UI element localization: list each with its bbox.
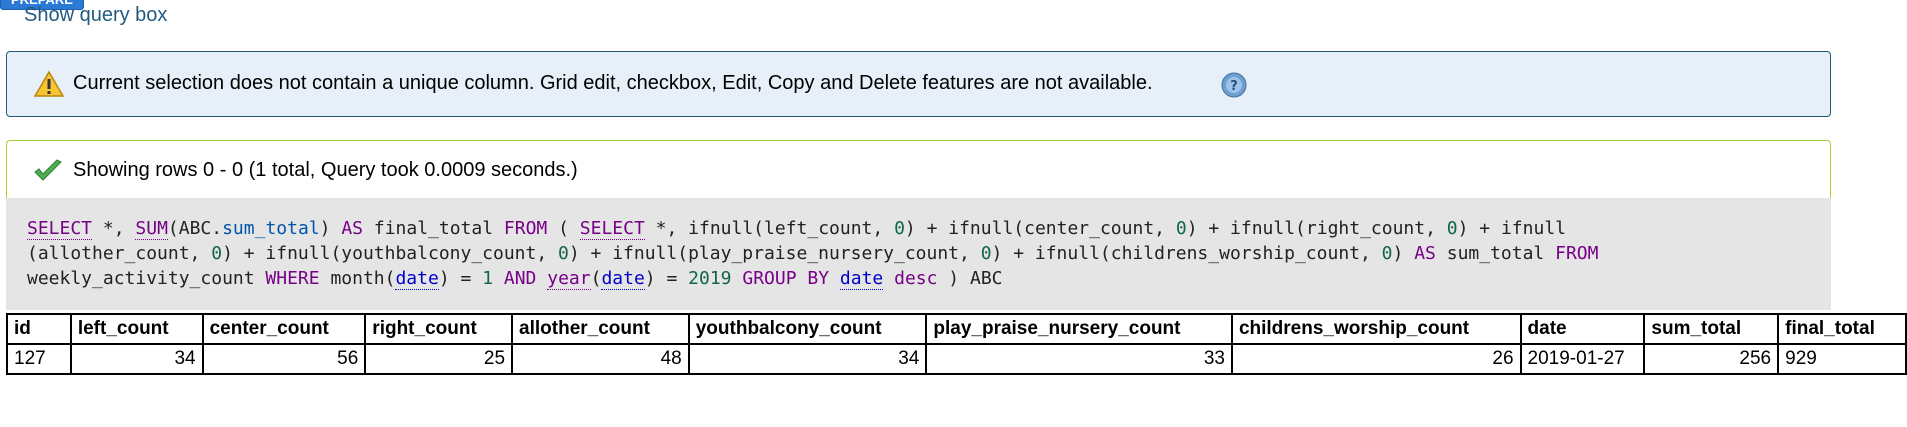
table-row: 127 34 56 25 48 34 33 26 2019-01-27 256 … (6, 343, 1907, 375)
help-icon[interactable]: ? (1221, 72, 1247, 98)
column-header-center-count[interactable]: center_count (201, 313, 367, 345)
sql-token: month( (319, 268, 396, 289)
sql-token: ) + ifnull(childrens_worship_count, (991, 243, 1382, 264)
sql-token: 0 (894, 218, 905, 239)
sql-token[interactable]: SUM (135, 218, 168, 240)
sql-token: ) ABC (937, 268, 1003, 289)
sql-token: 0 (558, 243, 569, 264)
column-header-youthbalcony-count[interactable]: youthbalcony_count (687, 313, 928, 345)
sql-token: *, (92, 218, 136, 239)
unique-column-notice: Current selection does not contain a uni… (6, 51, 1831, 117)
cell-final-total: 929 (1777, 343, 1907, 375)
success-message-text: Showing rows 0 - 0 (1 total, Query took … (73, 159, 578, 181)
sql-token: ) (319, 218, 342, 239)
sql-token: 0 (211, 243, 223, 264)
sql-token: 2019 (688, 268, 732, 289)
cell-play-praise-nursery-count: 33 (925, 343, 1233, 375)
sql-token: ) = (644, 268, 689, 289)
sql-token: FROM (503, 218, 548, 239)
table-header-row: id left_count center_count right_count a… (6, 313, 1907, 345)
sql-token: (allother_count, (27, 243, 212, 264)
sql-token: ) + ifnull(center_count, (904, 218, 1176, 239)
cell-allother-count: 48 (511, 343, 690, 375)
sql-token: desc (894, 268, 938, 289)
cell-center-count: 56 (201, 343, 367, 375)
sql-token: ) = (438, 268, 483, 289)
sql-token: WHERE (265, 268, 320, 289)
column-header-right-count[interactable]: right_count (364, 313, 514, 345)
sql-token: ) + ifnull(right_count, (1186, 218, 1447, 239)
sql-token: AS (341, 218, 364, 239)
show-query-box-link[interactable]: Show query box (24, 4, 167, 27)
sql-token: AND (503, 268, 537, 289)
sql-token: 0 (1446, 218, 1458, 239)
sql-token: 0 (1381, 243, 1393, 264)
column-header-allother-count[interactable]: allother_count (511, 313, 690, 345)
cell-sum-total: 256 (1643, 343, 1780, 375)
warning-icon (33, 70, 65, 97)
sql-token[interactable]: date (839, 268, 884, 290)
cell-id: 127 (6, 343, 72, 375)
sql-query-display: SELECT *, SUM(ABC.sum_total) AS final_to… (6, 198, 1831, 310)
sql-token: ) + ifnull(play_praise_nursery_count, (568, 243, 981, 264)
column-header-sum-total[interactable]: sum_total (1643, 313, 1780, 345)
column-header-id[interactable]: id (6, 313, 72, 345)
sql-token: weekly_activity_count (27, 268, 266, 289)
sql-token: ) + ifnull(youthbalcony_count, (222, 243, 559, 264)
sql-token: final_total (363, 218, 504, 239)
sql-token: GROUP BY (742, 268, 830, 289)
cell-right-count: 25 (364, 343, 514, 375)
column-header-left-count[interactable]: left_count (69, 313, 204, 345)
sql-token: sum_total (1435, 243, 1556, 264)
cell-date: 2019-01-27 (1519, 343, 1646, 375)
results-table: id left_count center_count right_count a… (6, 313, 1907, 375)
sql-line-3: weekly_activity_count WHERE month(date) … (27, 266, 1831, 291)
sql-token: sum_total (222, 218, 320, 239)
column-header-childrens-worship-count[interactable]: childrens_worship_count (1230, 313, 1522, 345)
sql-token: 0 (1175, 218, 1187, 239)
check-icon (34, 159, 62, 181)
notice-message: Current selection does not contain a uni… (73, 72, 1153, 94)
sql-line-2: (allother_count, 0) + ifnull(youthbalcon… (27, 241, 1831, 266)
sql-token: AS (1414, 243, 1436, 264)
sql-token: *, ifnull(left_count, (644, 218, 895, 239)
cell-left-count: 34 (69, 343, 204, 375)
column-header-date[interactable]: date (1519, 313, 1646, 345)
column-header-play-praise-nursery-count[interactable]: play_praise_nursery_count (925, 313, 1233, 345)
sql-token[interactable]: year (547, 268, 591, 290)
sql-token: 0 (980, 243, 992, 264)
sql-token: ) + ifnull (1457, 218, 1566, 239)
query-success-message: Showing rows 0 - 0 (1 total, Query took … (6, 140, 1831, 198)
sql-token: ) (1392, 243, 1415, 264)
sql-token[interactable]: SELECT (27, 218, 93, 240)
column-header-final-total[interactable]: final_total (1777, 313, 1907, 345)
sql-token: FROM (1555, 243, 1599, 264)
sql-line-1: SELECT *, SUM(ABC.sum_total) AS final_to… (27, 216, 1831, 241)
sql-token: (ABC. (167, 218, 223, 239)
sql-token: ( (590, 268, 602, 289)
sql-token[interactable]: date (395, 268, 439, 290)
sql-token: 1 (482, 268, 494, 289)
sql-token: ( (547, 218, 580, 239)
svg-text:?: ? (1230, 79, 1238, 94)
cell-childrens-worship-count: 26 (1230, 343, 1522, 375)
cell-youthbalcony-count: 34 (687, 343, 928, 375)
sql-token[interactable]: date (601, 268, 645, 290)
sql-token[interactable]: SELECT (579, 218, 645, 240)
